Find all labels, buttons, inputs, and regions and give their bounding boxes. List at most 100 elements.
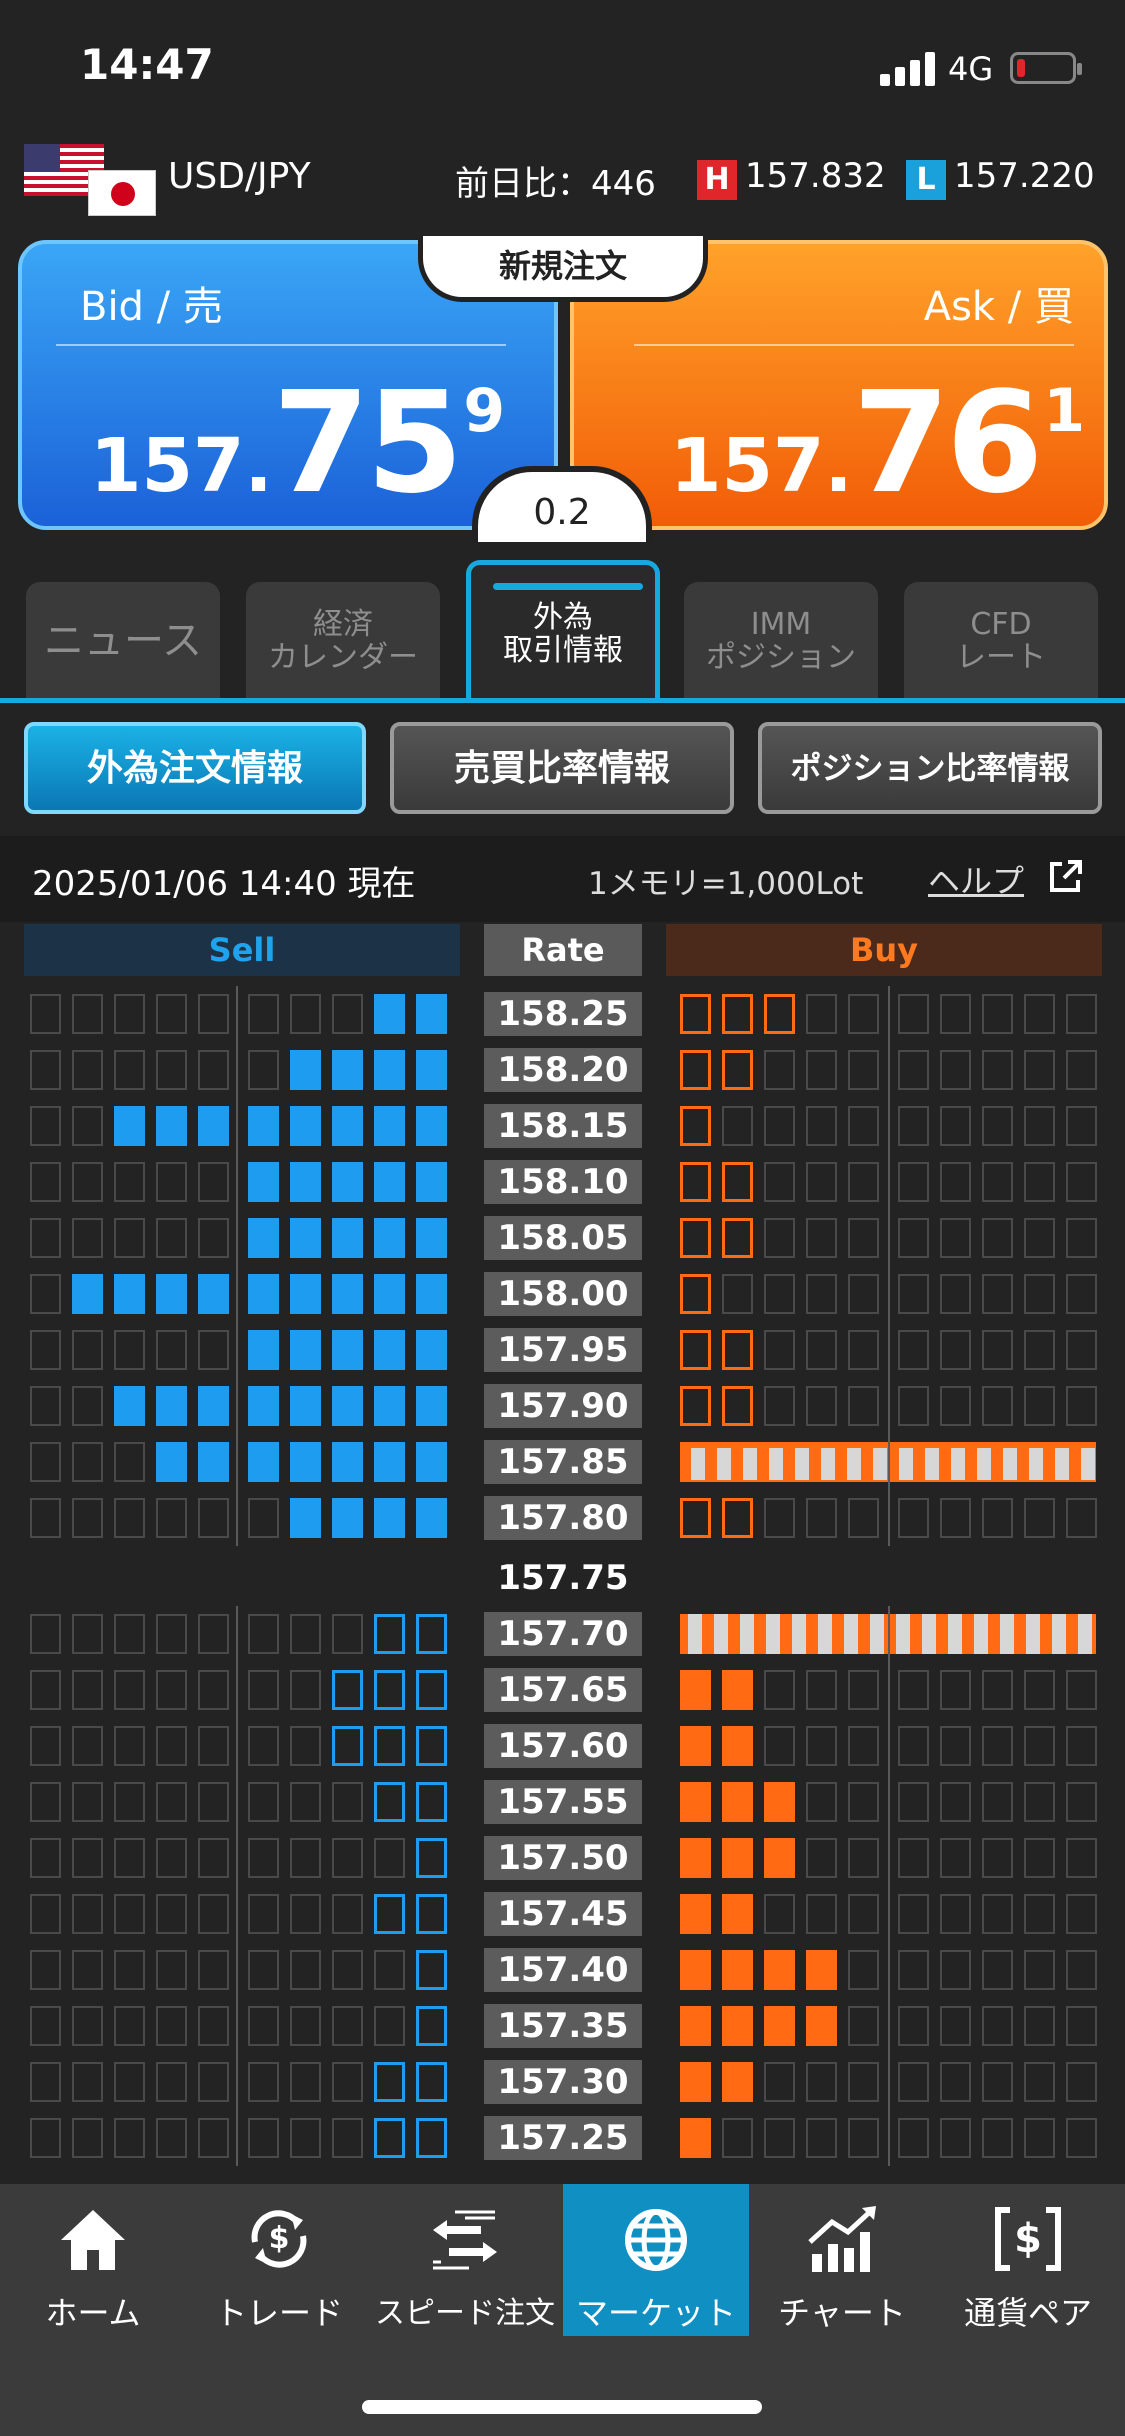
empty-cell bbox=[898, 1726, 929, 1766]
network-type: 4G bbox=[948, 50, 994, 88]
external-link-icon[interactable] bbox=[1048, 858, 1084, 894]
empty-cell bbox=[156, 1782, 187, 1822]
sell-bar-cell bbox=[156, 1386, 187, 1426]
empty-cell bbox=[848, 1498, 879, 1538]
tab-news[interactable]: ニュース bbox=[26, 582, 220, 700]
order-book-board: Sell Rate Buy 157.75 158.25 158.20 158.15 1… bbox=[0, 922, 1125, 2182]
nav-speed-order[interactable]: スピード注文 bbox=[372, 2184, 558, 2336]
empty-cell bbox=[198, 1218, 229, 1258]
empty-cell bbox=[898, 1274, 929, 1314]
empty-cell bbox=[1024, 1894, 1055, 1934]
order-row: 158.00 bbox=[0, 1266, 1125, 1322]
tab-imm-position[interactable]: IMM ポジション bbox=[684, 582, 878, 700]
empty-cell bbox=[30, 1162, 61, 1202]
empty-cell bbox=[30, 1950, 61, 1990]
empty-cell bbox=[764, 1386, 795, 1426]
empty-cell bbox=[898, 1162, 929, 1202]
buy-bar-cell bbox=[680, 1498, 711, 1538]
buy-bar-cell bbox=[680, 1386, 711, 1426]
empty-cell bbox=[156, 1498, 187, 1538]
empty-cell bbox=[156, 1950, 187, 1990]
empty-cell bbox=[72, 1782, 103, 1822]
sell-bar-cell bbox=[416, 2006, 447, 2046]
empty-cell bbox=[982, 1498, 1013, 1538]
sell-bar-cell bbox=[374, 1274, 405, 1314]
empty-cell bbox=[1024, 1726, 1055, 1766]
buy-bar-cell bbox=[722, 1726, 753, 1766]
empty-cell bbox=[940, 1670, 971, 1710]
empty-cell bbox=[1024, 1782, 1055, 1822]
empty-cell bbox=[848, 1838, 879, 1878]
nav-currency-pair[interactable]: $ 通貨ペア bbox=[935, 2184, 1121, 2336]
empty-cell bbox=[30, 1106, 61, 1146]
sell-bar-cell bbox=[416, 1670, 447, 1710]
empty-cell bbox=[30, 1838, 61, 1878]
empty-cell bbox=[72, 1050, 103, 1090]
empty-cell bbox=[30, 1218, 61, 1258]
empty-cell bbox=[290, 1782, 321, 1822]
sell-bar-cell bbox=[290, 1050, 321, 1090]
empty-cell bbox=[248, 1838, 279, 1878]
nav-trade[interactable]: $ トレード bbox=[186, 2184, 372, 2336]
empty-cell bbox=[332, 1950, 363, 1990]
sell-bar-cell bbox=[198, 1386, 229, 1426]
order-row: 157.65 bbox=[0, 1662, 1125, 1718]
grid-divider bbox=[236, 1606, 238, 2166]
sell-bar-cell bbox=[248, 1106, 279, 1146]
empty-cell bbox=[30, 1442, 61, 1482]
sell-bar-cell bbox=[290, 1274, 321, 1314]
sell-bar-cell bbox=[332, 1106, 363, 1146]
empty-cell bbox=[156, 1838, 187, 1878]
svg-text:$: $ bbox=[269, 2221, 290, 2256]
sell-bar-cell bbox=[374, 994, 405, 1034]
empty-cell bbox=[940, 1274, 971, 1314]
empty-cell bbox=[1024, 1950, 1055, 1990]
empty-cell bbox=[72, 2062, 103, 2102]
subtab-position-ratio[interactable]: ポジション比率情報 bbox=[758, 722, 1102, 814]
empty-cell bbox=[806, 1050, 837, 1090]
pair-name[interactable]: USD/JPY bbox=[168, 156, 311, 197]
home-icon bbox=[61, 2210, 125, 2270]
order-row: 158.05 bbox=[0, 1210, 1125, 1266]
empty-cell bbox=[806, 1670, 837, 1710]
sell-bar-cell bbox=[416, 2118, 447, 2158]
empty-cell bbox=[982, 1274, 1013, 1314]
sell-bar-cell bbox=[156, 1274, 187, 1314]
empty-cell bbox=[72, 1442, 103, 1482]
nav-home[interactable]: ホーム bbox=[0, 2184, 186, 2336]
tab-economic-calendar[interactable]: 経済 カレンダー bbox=[246, 582, 440, 700]
empty-cell bbox=[940, 1106, 971, 1146]
nav-market[interactable]: マーケット bbox=[563, 2184, 749, 2336]
status-bar: 14:47 4G bbox=[0, 0, 1125, 130]
trade-icon: $ bbox=[251, 2210, 307, 2268]
empty-cell bbox=[982, 1838, 1013, 1878]
empty-cell bbox=[114, 1670, 145, 1710]
subtab-fx-order-info[interactable]: 外為注文情報 bbox=[24, 722, 366, 814]
buy-bar-cell bbox=[680, 1050, 711, 1090]
sell-bar-cell bbox=[290, 1330, 321, 1370]
tab-cfd-rate[interactable]: CFD レート bbox=[904, 582, 1098, 700]
sell-bar-cell bbox=[416, 994, 447, 1034]
new-order-button[interactable]: 新規注文 bbox=[418, 236, 708, 302]
help-link[interactable]: ヘルプ bbox=[928, 856, 1024, 902]
subtab-trade-ratio[interactable]: 売買比率情報 bbox=[390, 722, 734, 814]
buy-bar-cell bbox=[764, 2006, 795, 2046]
empty-cell bbox=[764, 1670, 795, 1710]
sell-bar-cell bbox=[416, 1330, 447, 1370]
empty-cell bbox=[1066, 994, 1097, 1034]
order-row: 158.15 bbox=[0, 1098, 1125, 1154]
empty-cell bbox=[1024, 1050, 1055, 1090]
empty-cell bbox=[156, 994, 187, 1034]
empty-cell bbox=[1024, 994, 1055, 1034]
empty-cell bbox=[198, 994, 229, 1034]
empty-cell bbox=[848, 1218, 879, 1258]
as-of-datetime: 2025/01/06 14:40 現在 bbox=[32, 864, 416, 904]
sell-bar-cell bbox=[248, 1274, 279, 1314]
tab-fx-trade-info[interactable]: 外為 取引情報 bbox=[466, 560, 660, 702]
buy-bar-cell bbox=[722, 1386, 753, 1426]
empty-cell bbox=[806, 994, 837, 1034]
buy-bar-cell bbox=[722, 1782, 753, 1822]
nav-chart[interactable]: チャート bbox=[749, 2184, 935, 2336]
current-rate: 157.75 bbox=[497, 1558, 629, 1598]
empty-cell bbox=[72, 2006, 103, 2046]
